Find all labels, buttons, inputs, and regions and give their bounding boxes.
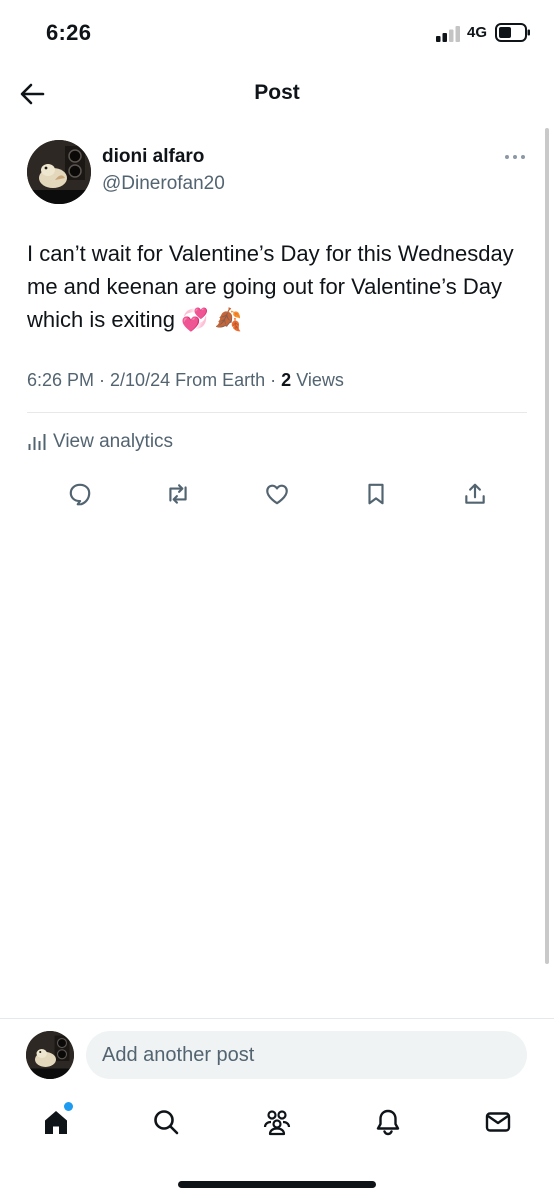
analytics-label: View analytics <box>53 431 174 452</box>
reply-input[interactable] <box>86 1031 527 1079</box>
divider <box>27 412 527 413</box>
post-meta: 6:26 PM · 2/10/24 From Earth · 2 Views <box>27 370 344 391</box>
post-timestamp: 6:26 PM · 2/10/24 <box>27 370 171 390</box>
tab-notifications[interactable] <box>368 1102 408 1142</box>
status-bar: 6:26 4G <box>0 0 554 66</box>
avatar-image <box>26 1031 74 1079</box>
more-options-icon[interactable] <box>503 152 527 162</box>
reply-button[interactable] <box>62 476 98 512</box>
scrollbar[interactable] <box>545 128 549 964</box>
post-text: I can’t wait for Valentine’s Day for thi… <box>27 241 514 332</box>
reply-icon <box>69 483 91 506</box>
home-indicator[interactable] <box>178 1181 376 1188</box>
share-icon <box>465 483 485 504</box>
communities-icon <box>263 1110 291 1136</box>
view-analytics-link[interactable]: View analytics <box>27 428 173 456</box>
author-handle[interactable]: @Dinerofan20 <box>102 173 225 195</box>
tab-messages[interactable] <box>478 1102 518 1142</box>
repost-icon <box>169 484 187 504</box>
bottom-tab-bar <box>0 1092 554 1162</box>
network-type: 4G <box>467 24 488 41</box>
bookmark-button[interactable] <box>358 476 394 512</box>
author-avatar[interactable] <box>27 140 91 204</box>
bell-icon <box>376 1109 400 1136</box>
tab-home[interactable] <box>36 1102 76 1142</box>
compose-bar <box>0 1018 554 1092</box>
top-app-bar: Post <box>0 66 554 122</box>
bookmark-icon <box>368 483 384 505</box>
notification-dot <box>64 1102 73 1111</box>
status-time: 6:26 <box>46 20 92 45</box>
meta-separator: · <box>270 370 277 390</box>
share-button[interactable] <box>457 476 493 512</box>
post-actions <box>0 476 554 512</box>
battery-icon <box>495 23 530 42</box>
home-icon <box>45 1111 67 1134</box>
repost-button[interactable] <box>160 476 196 512</box>
like-button[interactable] <box>259 476 295 512</box>
heart-icon <box>266 484 288 505</box>
page-title: Post <box>254 81 300 104</box>
search-icon <box>154 1110 179 1135</box>
views-label[interactable]: Views <box>296 370 344 390</box>
tab-communities[interactable] <box>257 1102 297 1142</box>
author-name[interactable]: dioni alfaro <box>102 146 204 168</box>
mail-icon <box>485 1112 511 1132</box>
avatar-image <box>27 140 91 204</box>
post-source: From Earth <box>175 370 266 390</box>
tab-search[interactable] <box>146 1102 186 1142</box>
signal-strength-icon <box>436 26 460 42</box>
analytics-bars-icon <box>28 434 46 450</box>
compose-avatar[interactable] <box>26 1031 74 1079</box>
views-count[interactable]: 2 <box>281 370 291 390</box>
